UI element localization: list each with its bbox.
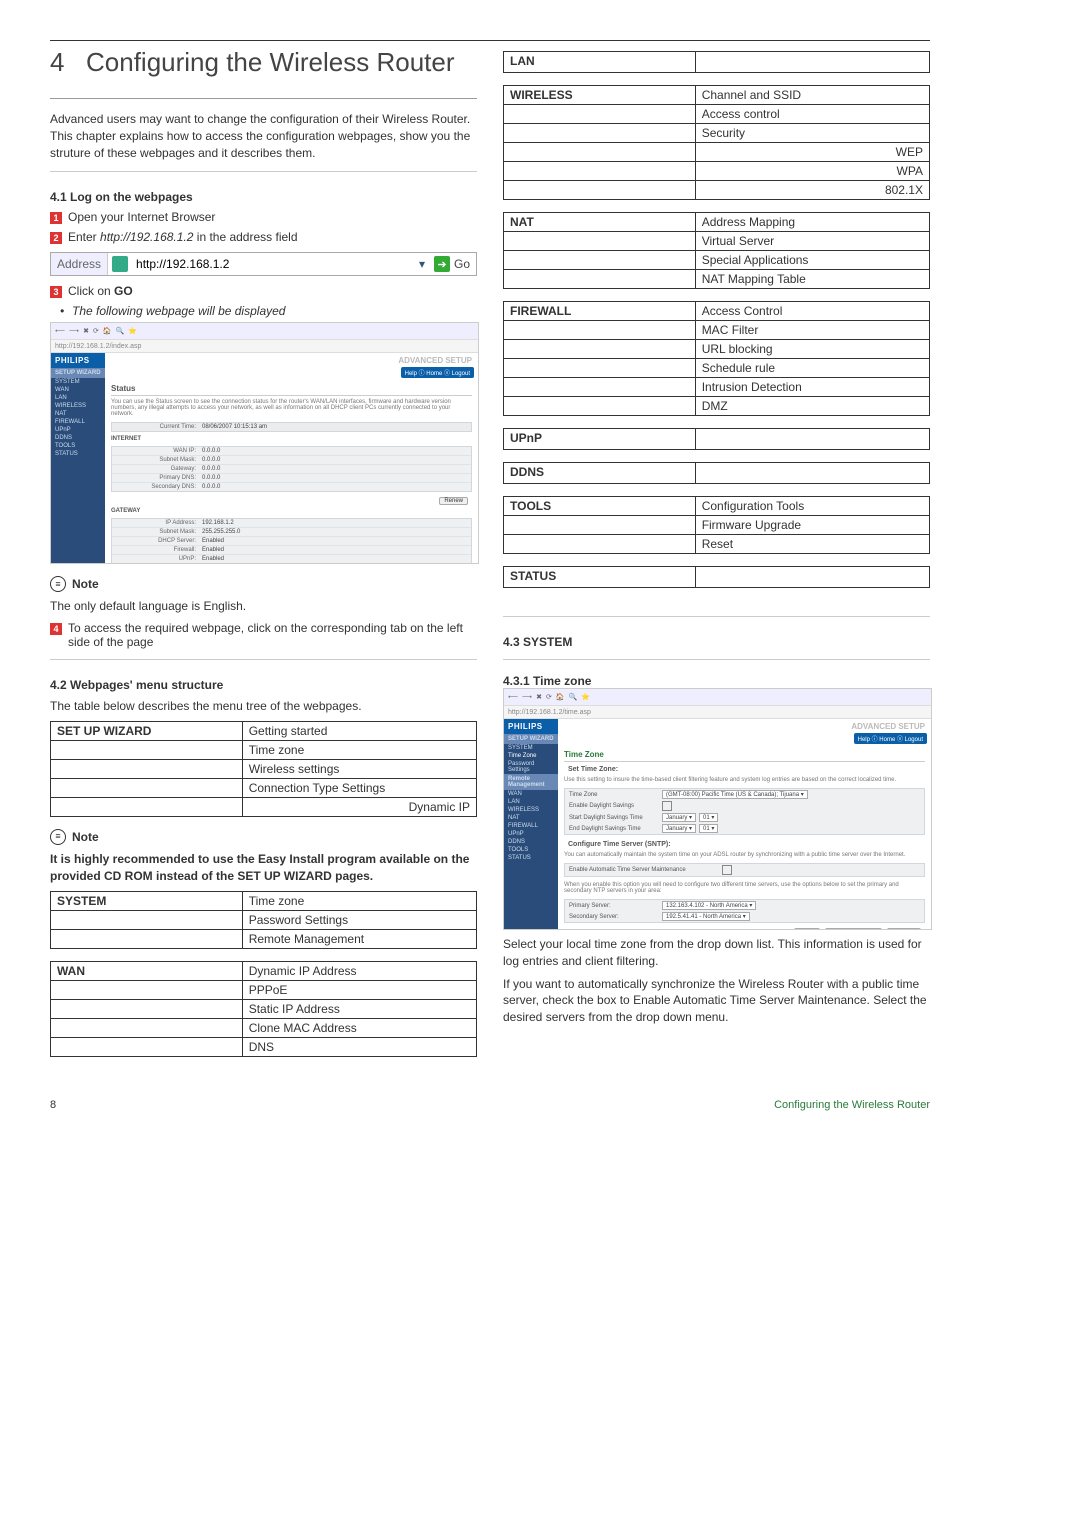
go-arrow-icon[interactable]: ➔: [434, 256, 450, 272]
note-1-text: The only default language is English.: [50, 598, 477, 615]
table-ddns: Ddns: [503, 462, 930, 484]
table-lan: LAN: [503, 51, 930, 73]
step-3-result: The following webpage will be displayed: [50, 304, 477, 318]
table-wan: WANDynamic IP Address PPPoE Static IP Ad…: [50, 961, 477, 1057]
heading-4-1: 4.1 Log on the webpages: [50, 190, 477, 204]
dropdown-icon[interactable]: ▾: [414, 257, 430, 271]
table-setup-wizard: Set Up WizardGetting started Time zone W…: [50, 721, 477, 817]
step-1: 1 Open your Internet Browser: [50, 210, 477, 224]
chapter-title: 4Configuring the Wireless Router: [50, 47, 477, 78]
address-label: Address: [51, 253, 108, 275]
note-2-text: It is highly recommended to use the Easy…: [50, 851, 477, 885]
s42-intro: The table below describes the menu tree …: [50, 698, 477, 715]
status-screenshot: ⟵⟶✖⟳🏠🔍⭐ http://192.168.1.2/index.asp PHI…: [50, 322, 479, 564]
table-tools: ToolsConfiguration Tools Firmware Upgrad…: [503, 496, 930, 554]
step-3: 3 Click on GO: [50, 284, 477, 298]
note-1: Note: [50, 576, 477, 592]
step-2: 2 Enter http://192.168.1.2 in the addres…: [50, 230, 477, 244]
table-wireless: WirelessChannel and SSID Access control …: [503, 85, 930, 200]
site-icon: [112, 256, 128, 272]
heading-4-3-1: 4.3.1 Time zone: [503, 674, 930, 688]
note-icon: [50, 576, 66, 592]
timezone-screenshot: ⟵⟶✖⟳🏠🔍⭐ http://192.168.1.2/time.asp PHIL…: [503, 688, 932, 930]
footer-crumb: Configuring the Wireless Router: [774, 1099, 930, 1111]
url-input[interactable]: [132, 253, 414, 275]
s43-para2: If you want to automatically synchronize…: [503, 976, 930, 1026]
heading-4-2: 4.2 Webpages' menu structure: [50, 678, 477, 692]
right-column: LAN WirelessChannel and SSID Access cont…: [503, 47, 930, 1069]
table-status: Status: [503, 566, 930, 588]
table-firewall: FirewallAccess Control MAC Filter URL bl…: [503, 301, 930, 416]
page-footer: 8 Configuring the Wireless Router: [50, 1099, 930, 1111]
heading-4-3: 4.3 SYSTEM: [503, 635, 930, 649]
table-nat: NATAddress Mapping Virtual Server Specia…: [503, 212, 930, 289]
go-label: Go: [454, 257, 476, 271]
table-upnp: UPnP: [503, 428, 930, 450]
s43-para1: Select your local time zone from the dro…: [503, 936, 930, 970]
note-2: Note: [50, 829, 477, 845]
address-bar: Address ▾ ➔ Go: [50, 252, 477, 276]
note-icon: [50, 829, 66, 845]
left-column: 4Configuring the Wireless Router Advance…: [50, 47, 477, 1069]
step-4: 4 To access the required webpage, click …: [50, 621, 477, 649]
page-number: 8: [50, 1099, 56, 1111]
intro-text: Advanced users may want to change the co…: [50, 111, 477, 161]
table-system: SystemTime zone Password Settings Remote…: [50, 891, 477, 949]
